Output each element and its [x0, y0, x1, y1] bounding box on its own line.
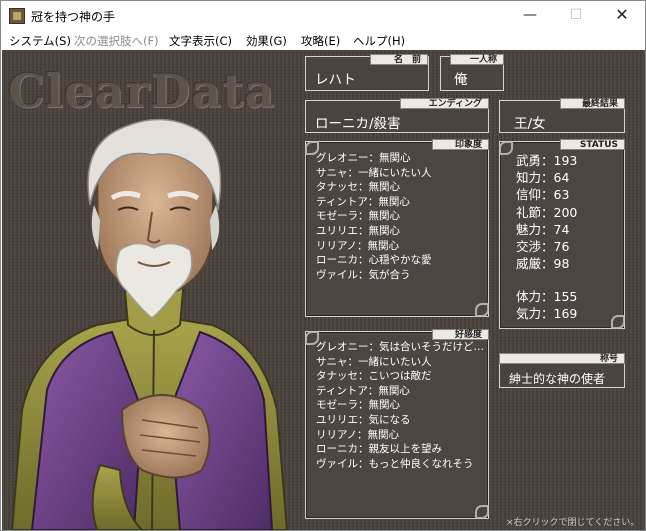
menu-next-choice[interactable]: 次の選択肢へ(F)	[74, 33, 159, 49]
title-value: 紳士的な神の使者	[509, 372, 606, 386]
final-result-tag: 最終結果	[560, 98, 625, 109]
title-bar[interactable]: 冠を持つ神の手 — ☐ ✕	[1, 1, 645, 31]
menu-system[interactable]: システム(S)	[9, 33, 71, 49]
menu-help[interactable]: ヘルプ(H)	[353, 33, 405, 49]
menu-text-display[interactable]: 文字表示(C)	[169, 33, 232, 49]
affinity-row: ローニカ：親友以上を望み	[316, 443, 442, 456]
impression-row: グレオニー：無関心	[316, 152, 411, 164]
menu-effects[interactable]: 効果(G)	[246, 33, 287, 49]
status-row: 体力：155	[516, 289, 578, 304]
status-row: 信仰：63	[516, 187, 570, 203]
corner-knot-icon	[499, 141, 513, 155]
affinity-row: ユリリエ：気になる	[316, 413, 411, 426]
affinity-row: リリアノ：無関心	[316, 428, 400, 441]
status-tag: STATUS	[560, 139, 625, 150]
final-result-value: 王/女	[514, 116, 546, 132]
ending-tag: エンディング	[400, 98, 489, 109]
corner-knot-icon	[611, 315, 625, 329]
affinity-row: モゼーラ：無関心	[316, 399, 400, 412]
status-row: 礼節：200	[516, 204, 578, 220]
minimize-button[interactable]: —	[507, 1, 553, 31]
affinity-row: グレオニー：気は合いそうだけど…	[316, 341, 484, 353]
impression-row: ユリリエ：無関心	[316, 224, 400, 237]
affinity-list: グレオニー：気は合いそうだけど… サニャ：一緒にいたい人 タナッセ：こいつは敵だ…	[316, 340, 484, 471]
pronoun-value: 俺	[454, 72, 468, 88]
menu-walkthrough[interactable]: 攻略(E)	[301, 33, 340, 49]
impression-tag: 印象度	[432, 139, 489, 150]
affinity-row: ティントア：無関心	[316, 384, 410, 397]
clear-data-screen[interactable]: ClearData 名 前 レハト 一人称 俺 エンディング ローニカ/殺害 最…	[2, 50, 645, 530]
impression-row: モゼーラ：無関心	[316, 210, 400, 223]
impression-row: ローニカ：心穏やかな愛	[316, 254, 432, 267]
game-window: 冠を持つ神の手 — ☐ ✕ システム(S) 次の選択肢へ(F) 文字表示(C) …	[0, 0, 646, 531]
close-button[interactable]: ✕	[599, 1, 645, 31]
window-title: 冠を持つ神の手	[31, 10, 116, 24]
name-value: レハト	[315, 72, 356, 88]
status-list: 武勇：193 知力：64 信仰：63 礼節：200 魅力：74 交渉：76 威厳…	[516, 152, 577, 272]
character-portrait	[10, 118, 289, 530]
status-list-vitals: 体力：155 気力：169	[516, 288, 577, 322]
impression-row: リリアノ：無関心	[316, 239, 400, 252]
affinity-row: ヴァイル：もっと仲良くなれそう	[316, 457, 474, 470]
name-tag: 名 前	[370, 54, 428, 65]
status-row: 知力：64	[516, 170, 570, 186]
impression-row: ティントア：無関心	[316, 195, 410, 208]
maximize-button[interactable]: ☐	[553, 1, 599, 31]
affinity-tag: 好感度	[432, 329, 489, 340]
pronoun-tag: 一人称	[450, 54, 504, 65]
ending-value: ローニカ/殺害	[315, 116, 401, 132]
corner-knot-icon	[475, 505, 489, 519]
impression-row: タナッセ：無関心	[316, 181, 400, 194]
status-row: 武勇：193	[516, 153, 578, 168]
title-tag: 称号	[499, 353, 625, 364]
affinity-row: タナッセ：こいつは敵だ	[316, 370, 432, 383]
status-row: 魅力：74	[516, 221, 570, 237]
close-hint: ×右クリックで閉じてください。	[506, 518, 640, 528]
impression-row: ヴァイル：気が合う	[316, 268, 411, 281]
affinity-row: サニャ：一緒にいたい人	[316, 355, 432, 368]
impression-row: サニャ：一緒にいたい人	[316, 166, 432, 179]
app-icon[interactable]	[9, 8, 25, 24]
status-row: 交渉：76	[516, 238, 570, 254]
impression-list: グレオニー：無関心 サニャ：一緒にいたい人 タナッセ：無関心 ティントア：無関心…	[316, 151, 432, 282]
menu-bar: システム(S) 次の選択肢へ(F) 文字表示(C) 効果(G) 攻略(E) ヘル…	[1, 31, 645, 50]
status-row: 気力：169	[516, 306, 578, 322]
status-row: 威厳：98	[516, 256, 570, 272]
corner-knot-icon	[475, 303, 489, 317]
